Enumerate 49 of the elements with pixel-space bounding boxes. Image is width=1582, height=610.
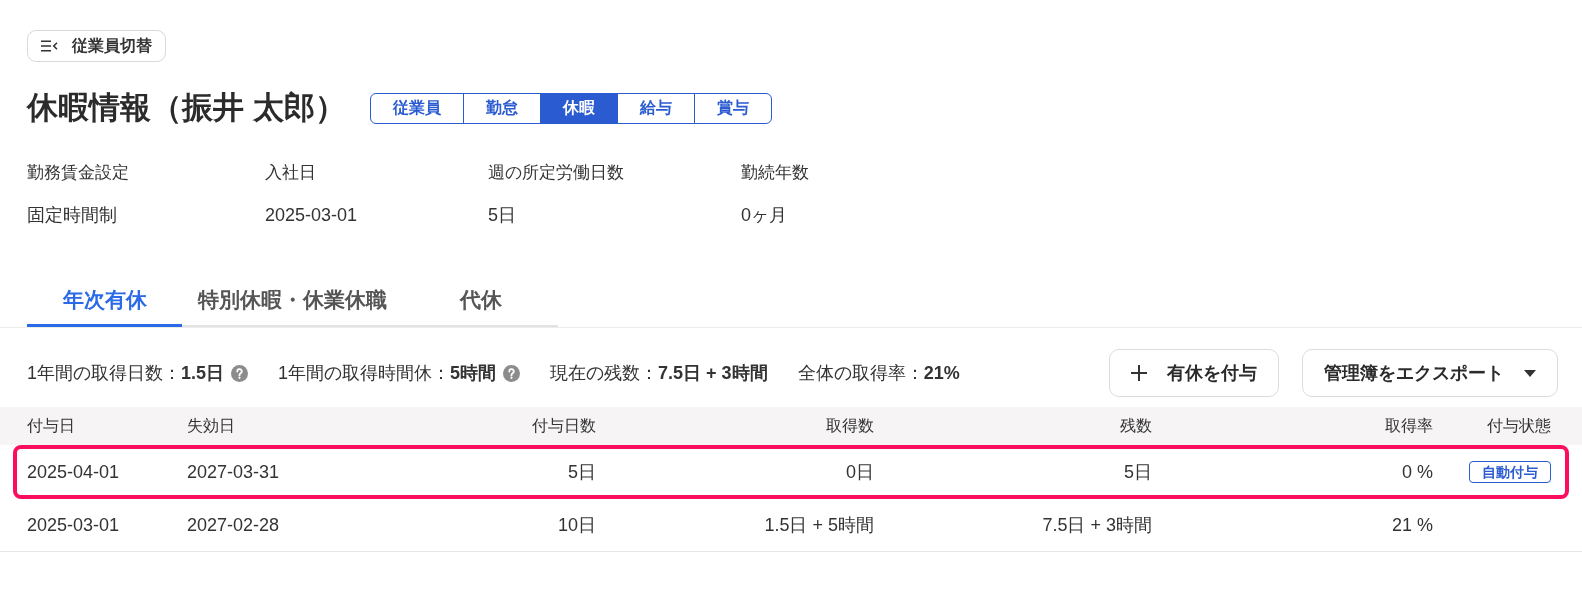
menu-collapse-icon bbox=[41, 40, 58, 52]
table-cell-text: 2027-03-31 bbox=[187, 461, 281, 483]
info-label: 勤務賃金設定 bbox=[27, 162, 129, 184]
help-icon[interactable] bbox=[503, 364, 521, 382]
table-cell-text: 2025-03-01 bbox=[27, 514, 121, 536]
section-tab[interactable]: 勤怠 bbox=[462, 92, 541, 124]
summary-text: 1年間の取得日数：1.5日 bbox=[27, 362, 225, 385]
table-cell-text: 0日 bbox=[845, 461, 874, 484]
section-tab[interactable]: 給与 bbox=[616, 92, 695, 124]
column-header: 付与状態 bbox=[1486, 415, 1551, 436]
page-title: 休暇情報（振井 太郎） bbox=[27, 91, 346, 125]
column-header: 残数 bbox=[1119, 415, 1152, 436]
leave-tab[interactable]: 代休 bbox=[403, 275, 558, 327]
info-label: 入社日 bbox=[265, 162, 316, 184]
table-cell-text: 2025-04-01 bbox=[27, 461, 121, 483]
table-cell-text: 1.5日 + 5時間 bbox=[763, 514, 874, 537]
table-cell-text: 7.5日 + 3時間 bbox=[1041, 514, 1152, 537]
column-header: 取得率 bbox=[1384, 415, 1433, 436]
info-value: 2025-03-01 bbox=[265, 204, 358, 227]
column-header: 付与日 bbox=[27, 415, 76, 436]
table-cell-text: 5日 bbox=[567, 461, 596, 484]
table-cell-text: 0 % bbox=[1400, 461, 1433, 483]
section-tab[interactable]: 賞与 bbox=[693, 92, 772, 124]
export-dropdown-button[interactable]: 管理簿をエクスポート bbox=[1302, 349, 1558, 397]
info-value: 0ヶ月 bbox=[741, 204, 787, 227]
leave-tab[interactable]: 年次有休 bbox=[27, 275, 182, 327]
summary-text: 現在の残数：7.5日 + 3時間 bbox=[550, 362, 768, 385]
help-icon[interactable] bbox=[231, 364, 249, 382]
info-value: 固定時間制 bbox=[27, 204, 117, 227]
info-label: 週の所定労働日数 bbox=[488, 162, 624, 184]
section-tab[interactable]: 従業員 bbox=[369, 92, 464, 124]
table-cell-text: 21 % bbox=[1390, 514, 1433, 536]
status-badge: 自動付与 bbox=[1469, 461, 1551, 483]
table-cell-text: 2027-02-28 bbox=[187, 514, 281, 536]
caret-icon bbox=[1524, 369, 1536, 377]
column-header: 付与日数 bbox=[531, 415, 596, 436]
summary-text: 1年間の取得時間休：5時間 bbox=[278, 362, 497, 385]
info-value: 5日 bbox=[488, 204, 516, 227]
employee-switch-button[interactable]: 従業員切替 bbox=[27, 30, 166, 62]
plus-icon bbox=[1131, 365, 1147, 381]
table-cell-text: 5日 bbox=[1123, 461, 1152, 484]
table-cell-text: 10日 bbox=[556, 514, 596, 537]
leave-tab[interactable]: 特別休暇・休業休職 bbox=[182, 275, 403, 327]
column-header: 失効日 bbox=[187, 415, 236, 436]
grant-leave-button[interactable]: 有休を付与 bbox=[1109, 349, 1279, 397]
summary-text: 全体の取得率：21% bbox=[797, 362, 960, 385]
column-header: 取得数 bbox=[825, 415, 874, 436]
section-tab[interactable]: 休暇 bbox=[539, 92, 618, 124]
info-label: 勤続年数 bbox=[741, 162, 809, 184]
